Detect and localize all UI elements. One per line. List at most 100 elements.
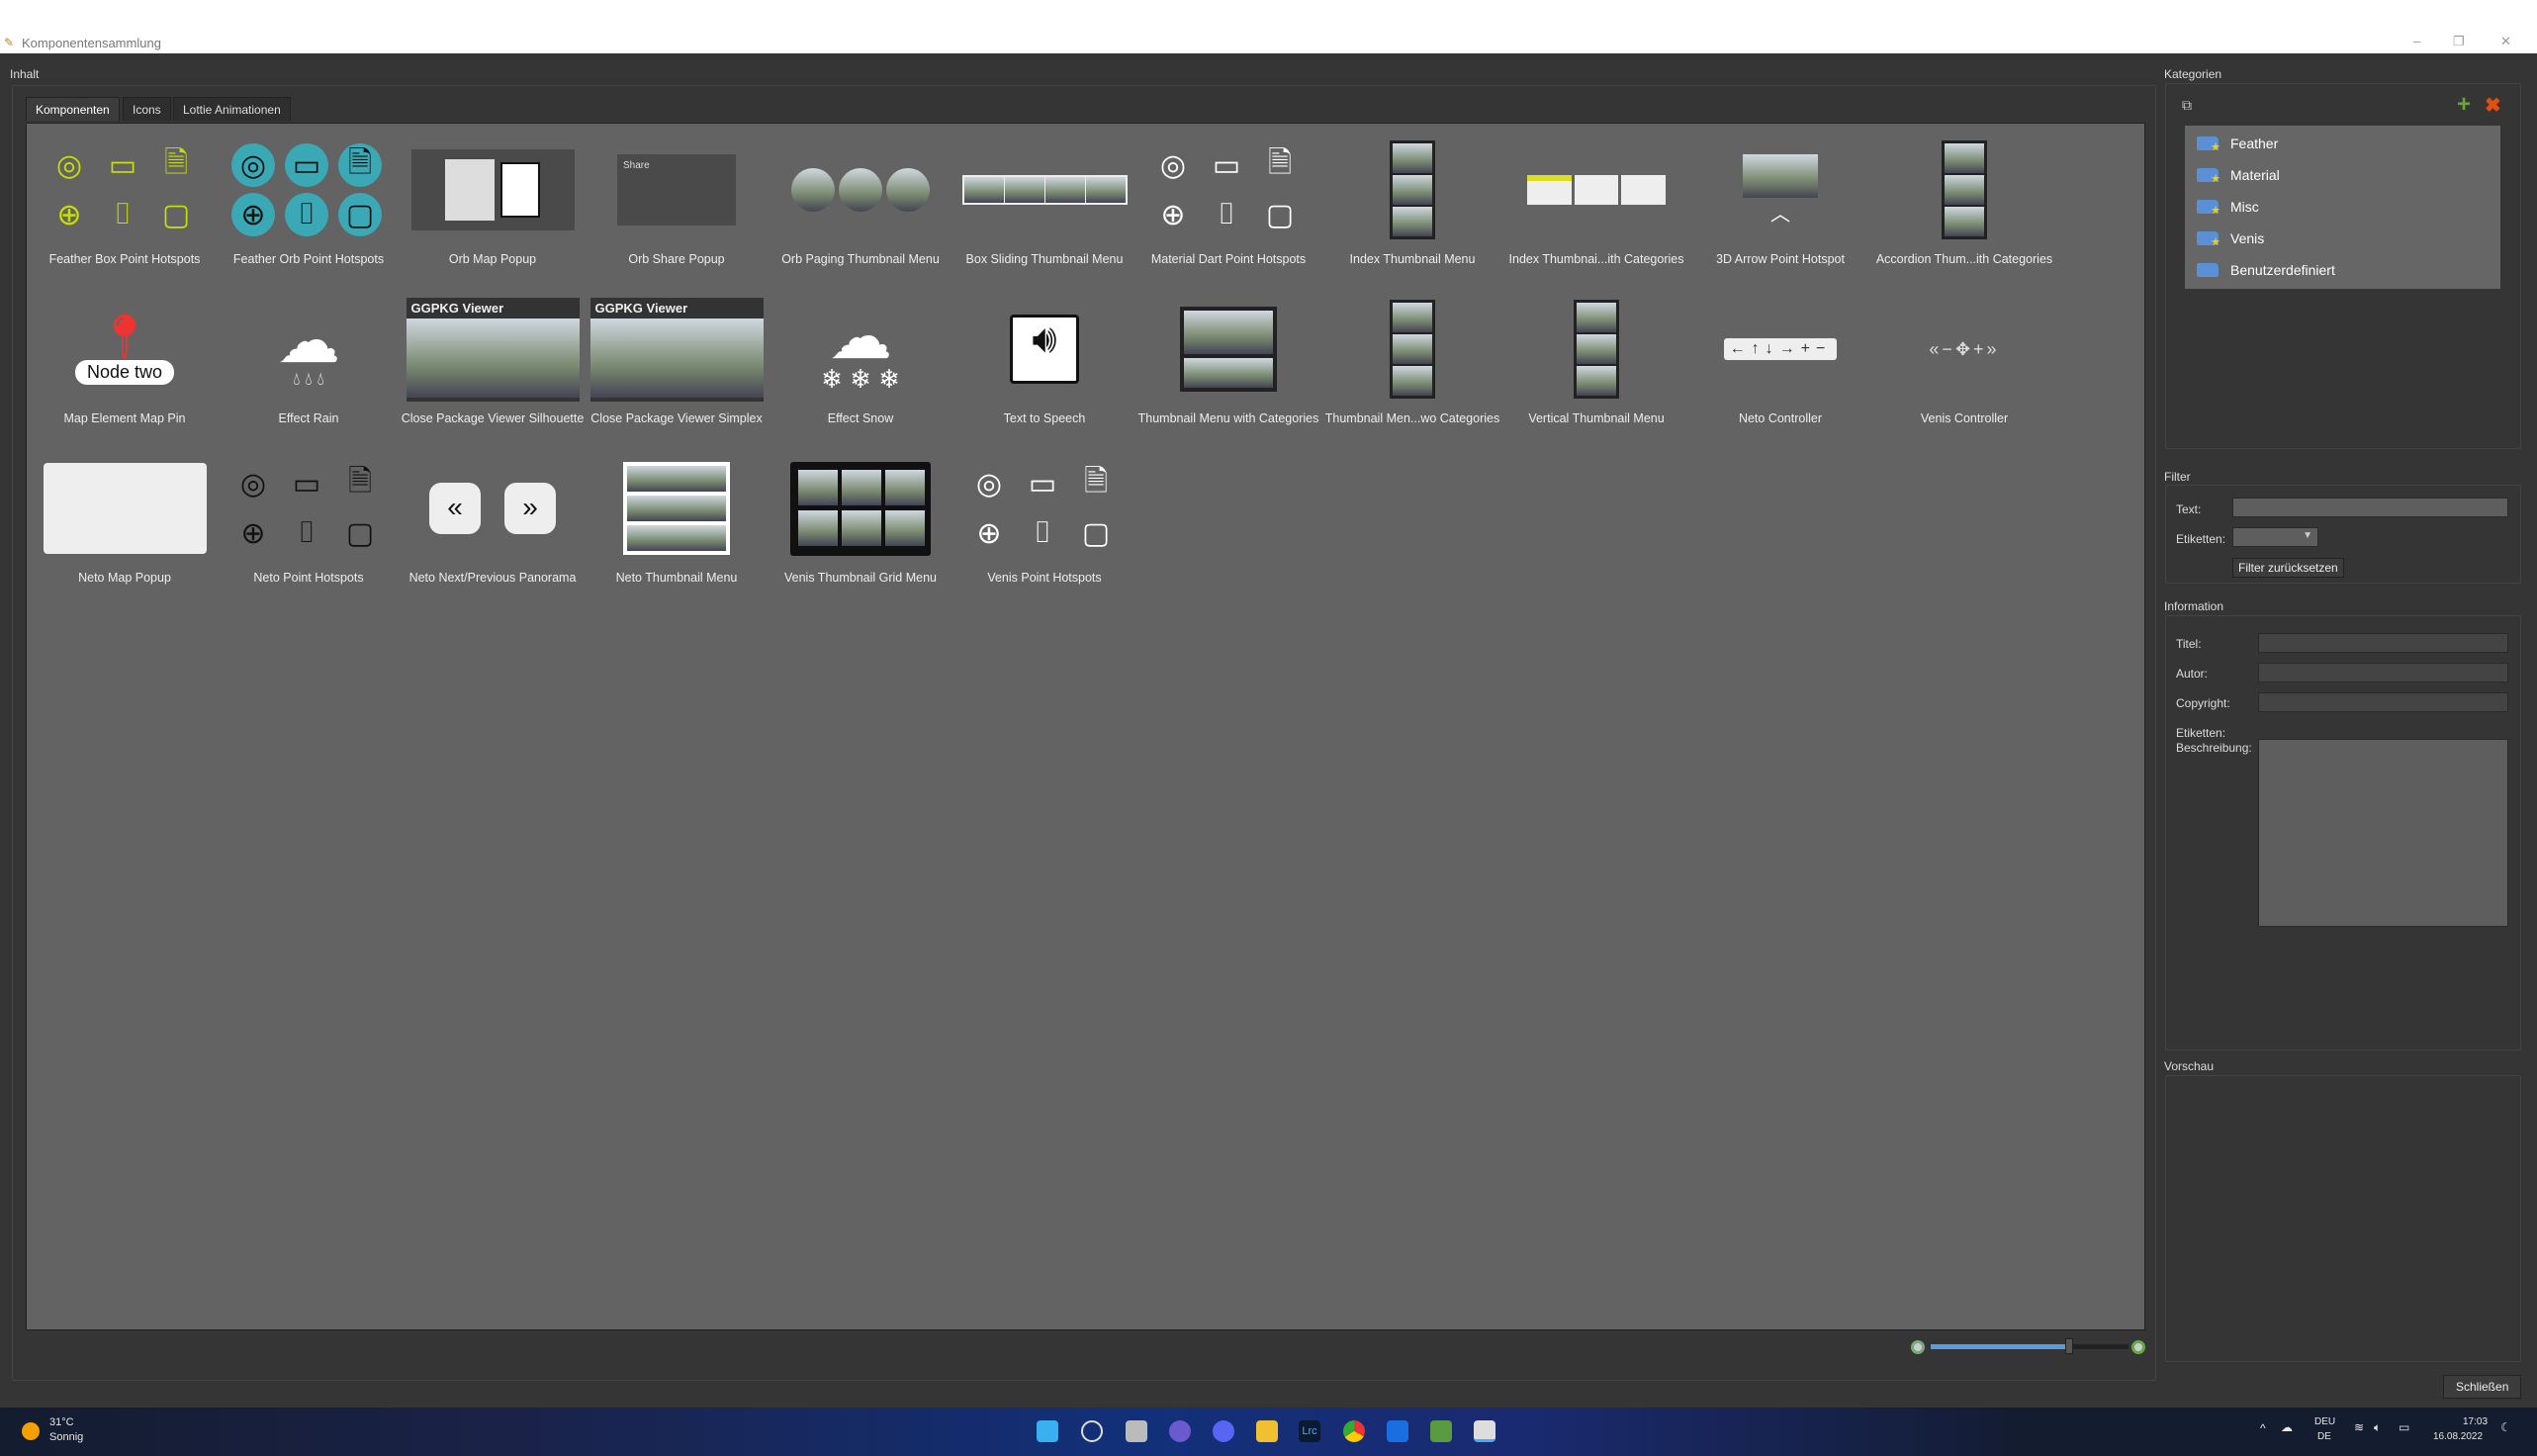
component-item[interactable]: Index Thumbnai...ith Categories <box>1504 136 1688 295</box>
info-field-input[interactable] <box>2258 663 2508 682</box>
komponentensammlung-taskbar-icon[interactable] <box>1474 1420 1495 1442</box>
info-field-input[interactable] <box>2258 692 2508 712</box>
component-item[interactable]: GGPKG Viewer Close Package Viewer Silhoue… <box>401 295 585 454</box>
zoom-in-icon[interactable] <box>2131 1340 2145 1354</box>
close-window-button[interactable]: ✕ <box>2500 34 2511 49</box>
component-thumbnail <box>1875 136 2053 244</box>
component-item[interactable]: Neto Thumbnail Menu <box>585 454 769 613</box>
app-icon: ✎ <box>4 36 15 49</box>
component-item[interactable]: «−✥+» Venis Controller <box>1872 295 2056 454</box>
reset-filter-button[interactable]: Filter zurücksetzen <box>2232 558 2344 578</box>
component-item[interactable]: 🔊︎ Text to Speech <box>952 295 1136 454</box>
component-item[interactable]: ☁ ❄ ❄ ❄ Effect Snow <box>769 295 952 454</box>
component-label: Thumbnail Menu with Categories <box>1137 411 1319 425</box>
file-explorer-icon[interactable] <box>1256 1420 1278 1442</box>
tab-lottie[interactable]: Lottie Animationen <box>173 97 291 121</box>
start-icon[interactable] <box>1037 1420 1058 1442</box>
filter-text-input[interactable] <box>2232 498 2508 517</box>
zoom-slider[interactable] <box>1931 1344 2129 1349</box>
app-tree-icon[interactable] <box>1430 1420 1452 1442</box>
chevron-up-icon[interactable]: ^ <box>2260 1421 2266 1435</box>
hotspot-icon: ▭ <box>292 467 321 500</box>
info-field-input[interactable] <box>2258 633 2508 653</box>
component-thumbnail <box>771 454 950 563</box>
component-item[interactable]: Share Orb Share Popup <box>585 136 769 295</box>
delete-category-icon[interactable]: ✖ <box>2485 93 2501 118</box>
maximize-button[interactable]: ❐ <box>2453 34 2465 49</box>
minimize-button[interactable]: – <box>2413 34 2420 48</box>
component-item[interactable]: Orb Map Popup <box>401 136 585 295</box>
component-item[interactable]: Venis Thumbnail Grid Menu <box>769 454 952 613</box>
zoom-out-icon[interactable] <box>1911 1340 1925 1354</box>
tab-icons[interactable]: Icons <box>123 97 171 121</box>
tab-komponenten[interactable]: Komponenten <box>26 97 120 121</box>
app-c-icon[interactable] <box>1387 1420 1408 1442</box>
component-thumbnail: ◎ ▭ 🗎︎ ⊕ ⌷ ▢ <box>220 454 398 563</box>
category-label: Feather <box>2230 136 2279 151</box>
description-textarea[interactable] <box>2258 739 2508 927</box>
component-item[interactable]: Accordion Thum...ith Categories <box>1872 136 2056 295</box>
close-button[interactable]: Schließen <box>2443 1375 2522 1399</box>
language-primary[interactable]: DEU <box>2314 1416 2335 1427</box>
component-item[interactable]: ☁ 💧︎ 💧︎ 💧︎ Effect Rain <box>217 295 401 454</box>
component-thumbnail <box>36 454 214 563</box>
battery-icon[interactable]: ▭ <box>2399 1420 2409 1434</box>
panorama-thumbnail <box>839 168 882 212</box>
category-item[interactable]: ★ Feather <box>2185 128 2500 159</box>
language-secondary[interactable]: DE <box>2317 1431 2331 1442</box>
category-item[interactable]: ★ Misc <box>2185 191 2500 223</box>
panorama-thumbnail <box>406 318 580 398</box>
component-label: Index Thumbnail Menu <box>1349 252 1476 266</box>
panorama-thumbnail <box>963 177 1004 203</box>
notifications-icon[interactable]: ☾ <box>2500 1420 2511 1434</box>
category-item[interactable]: ★ Material <box>2185 159 2500 191</box>
component-item[interactable]: Thumbnail Menu with Categories <box>1136 295 1320 454</box>
component-item[interactable]: Box Sliding Thumbnail Menu <box>952 136 1136 295</box>
hotspot-icon: ▢ <box>1081 516 1111 550</box>
zoom-slider-handle[interactable] <box>2065 1338 2073 1354</box>
weather-sun-icon[interactable] <box>22 1422 40 1440</box>
filter-tags-dropdown[interactable]: ▼ <box>2232 527 2318 547</box>
category-item[interactable]: ★ Venis <box>2185 223 2500 254</box>
category-item[interactable]: Benutzerdefiniert <box>2185 254 2500 286</box>
discord-icon[interactable] <box>1213 1420 1234 1442</box>
weather-temperature[interactable]: 31°C <box>49 1416 74 1428</box>
wifi-icon[interactable]: ≋ <box>2354 1420 2364 1434</box>
panorama-thumbnail <box>1184 311 1273 354</box>
star-icon: ★ <box>2211 205 2220 217</box>
clock-date[interactable]: 16.08.2022 <box>2433 1431 2483 1442</box>
hotspot-icon: ◎ <box>1159 148 1187 182</box>
component-item[interactable]: ◎ ▭ 🗎︎ ⊕ ⌷ ▢ Feather Orb Point Hotspots <box>217 136 401 295</box>
lightroom-icon[interactable]: Lrc <box>1299 1420 1320 1442</box>
component-item[interactable]: GGPKG Viewer Close Package Viewer Simplex <box>585 295 769 454</box>
component-label: Orb Share Popup <box>628 252 725 266</box>
weather-condition[interactable]: Sonnig <box>49 1431 83 1443</box>
select-all-icon[interactable]: ⧉ <box>2182 97 2192 114</box>
component-item[interactable]: ◎ ▭ 🗎︎ ⊕ ⌷ ▢ Venis Point Hotspots <box>952 454 1136 613</box>
add-category-icon[interactable]: + <box>2457 91 2471 119</box>
component-item[interactable]: Thumbnail Men...wo Categories <box>1320 295 1504 454</box>
component-item[interactable]: Vertical Thumbnail Menu <box>1504 295 1688 454</box>
hotspot-icon: ⌷ <box>285 193 328 236</box>
volume-icon[interactable]: 🔈︎ <box>2374 1420 2381 1435</box>
component-item[interactable]: Neto Map Popup <box>33 454 217 613</box>
component-thumbnail: ◎ ▭ 🗎︎ ⊕ ⌷ ▢ <box>220 136 398 244</box>
component-item[interactable]: Index Thumbnail Menu <box>1320 136 1504 295</box>
chrome-icon[interactable] <box>1343 1420 1365 1442</box>
hotspot-icon: ⌷ <box>1218 198 1235 230</box>
onedrive-icon[interactable]: ☁ <box>2281 1420 2293 1434</box>
search-icon[interactable] <box>1081 1420 1103 1442</box>
teams-chat-icon[interactable] <box>1169 1420 1191 1442</box>
component-item[interactable]: ◎ ▭ 🗎︎ ⊕ ⌷ ▢ Feather Box Point Hotspots <box>33 136 217 295</box>
component-label: Orb Map Popup <box>448 252 537 266</box>
component-item[interactable]: ︿ 3D Arrow Point Hotspot <box>1688 136 1872 295</box>
component-item[interactable]: «» Neto Next/Previous Panorama <box>401 454 585 613</box>
component-item[interactable]: 📍︎ Node two Map Element Map Pin <box>33 295 217 454</box>
clock-time[interactable]: 17:03 <box>2463 1416 2488 1427</box>
component-item[interactable]: Orb Paging Thumbnail Menu <box>769 136 952 295</box>
task-view-icon[interactable] <box>1126 1420 1147 1442</box>
panorama-thumbnail <box>1393 303 1432 332</box>
component-item[interactable]: ←↑↓→+− Neto Controller <box>1688 295 1872 454</box>
component-item[interactable]: ◎ ▭ 🗎︎ ⊕ ⌷ ▢ Neto Point Hotspots <box>217 454 401 613</box>
component-item[interactable]: ◎ ▭ 🗎︎ ⊕ ⌷ ▢ Material Dart Point Hotspots <box>1136 136 1320 295</box>
